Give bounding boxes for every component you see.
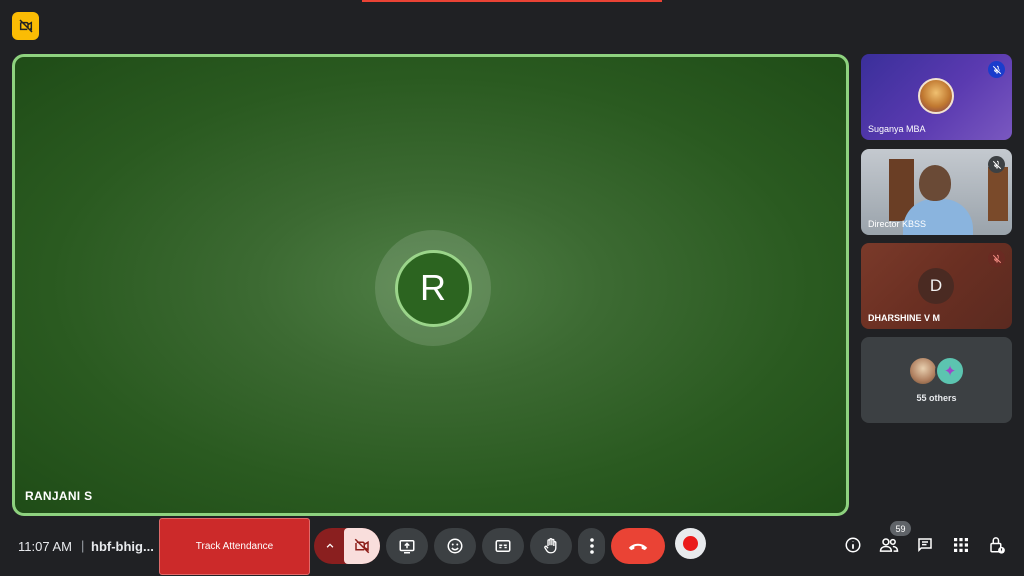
record-button[interactable]: [675, 528, 706, 559]
end-call-icon: [628, 543, 648, 551]
participant-video: [903, 199, 973, 235]
others-count: 55 others: [916, 393, 957, 403]
host-controls-icon: [990, 537, 1005, 554]
people-icon: [879, 538, 899, 552]
main-speaker-tile[interactable]: R RANJANI S: [12, 54, 849, 516]
others-tile[interactable]: ✦ 55 others: [861, 337, 1012, 423]
more-options-icon: [589, 538, 594, 554]
apps-grid-icon: [954, 538, 968, 552]
more-options-button[interactable]: [578, 528, 605, 564]
camera-options-button[interactable]: [314, 528, 346, 564]
participant-tile[interactable]: Director KBSS: [861, 149, 1012, 235]
chevron-up-icon: [326, 543, 334, 548]
participant-photo: [918, 78, 954, 114]
record-icon: [683, 536, 698, 551]
participant-name: Suganya MBA: [868, 124, 926, 134]
speaking-halo: R: [375, 230, 491, 346]
meeting-code[interactable]: hbf-bhig...: [91, 539, 154, 554]
chat-button[interactable]: [914, 534, 936, 556]
mic-off-icon: [988, 61, 1005, 78]
host-controls-button[interactable]: [986, 534, 1008, 556]
present-button[interactable]: [386, 528, 428, 564]
info-icon: [845, 537, 861, 553]
captions-icon: [495, 540, 511, 552]
camera-off-icon: [354, 538, 370, 554]
camera-off-icon[interactable]: [12, 12, 39, 40]
mic-off-icon: [988, 156, 1005, 173]
raise-hand-icon: [544, 537, 557, 554]
participant-name: Director KBSS: [868, 219, 927, 229]
camera-toggle-button[interactable]: [344, 528, 380, 564]
raise-hand-button[interactable]: [530, 528, 572, 564]
emoji-icon: [447, 538, 463, 554]
participant-tile[interactable]: Suganya MBA: [861, 54, 1012, 140]
activities-button[interactable]: [950, 534, 972, 556]
end-call-button[interactable]: [611, 528, 665, 564]
participant-tile[interactable]: D DHARSHINE V M: [861, 243, 1012, 329]
participant-name: RANJANI S: [25, 489, 93, 503]
captions-button[interactable]: [482, 528, 524, 564]
control-bar: 11:07 AM | hbf-bhig... Track Attendance …: [0, 516, 1024, 576]
chat-icon: [918, 538, 932, 553]
meeting-info-button[interactable]: [842, 534, 864, 556]
participant-photo: [908, 356, 938, 386]
background-shelf: [988, 167, 1008, 221]
top-alert-bar: [362, 0, 662, 2]
track-attendance-button[interactable]: Track Attendance: [159, 518, 310, 575]
butterfly-icon: ✦: [935, 356, 965, 386]
reactions-button[interactable]: [434, 528, 476, 564]
meeting-time: 11:07 AM: [18, 539, 72, 554]
camera-control-group: [314, 528, 380, 564]
participant-video: [919, 165, 951, 201]
participant-avatar: D: [918, 268, 954, 304]
separator: |: [81, 538, 85, 553]
mic-off-icon: [988, 250, 1005, 267]
participant-name: DHARSHINE V M: [868, 313, 941, 323]
participant-avatar: R: [394, 249, 472, 327]
people-button[interactable]: [878, 534, 900, 556]
present-screen-icon: [399, 540, 415, 554]
